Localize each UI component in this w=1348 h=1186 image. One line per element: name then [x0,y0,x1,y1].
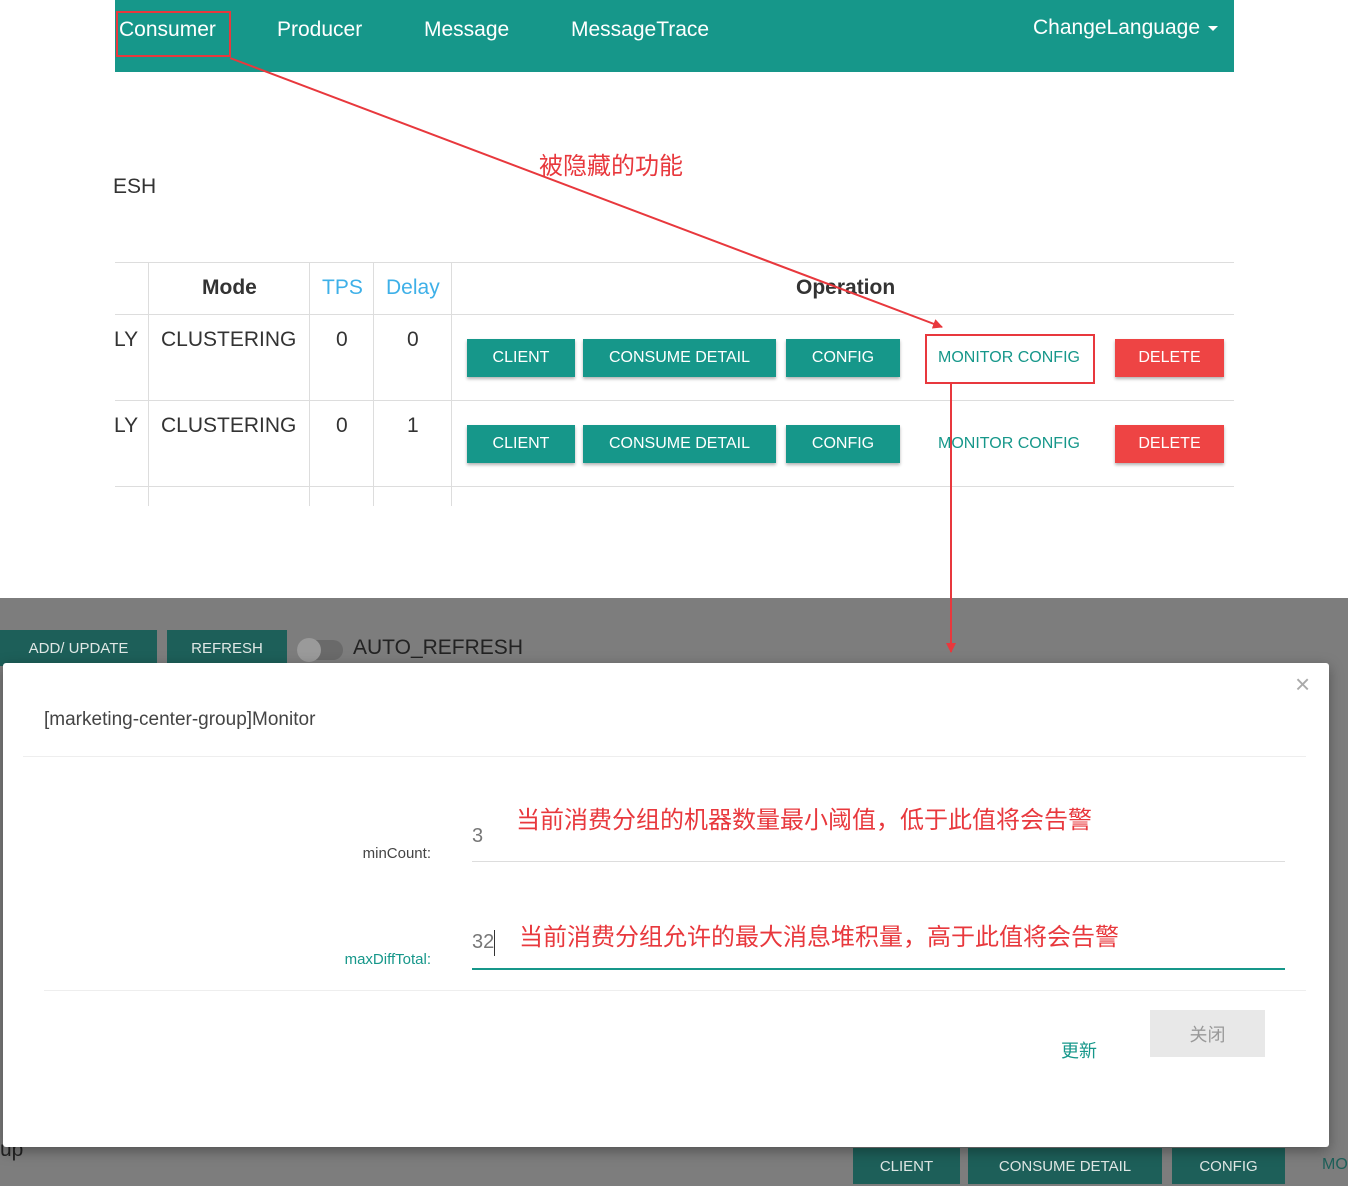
arrow-consumer-to-monitor [229,57,943,329]
annotation-arrows [229,57,956,653]
